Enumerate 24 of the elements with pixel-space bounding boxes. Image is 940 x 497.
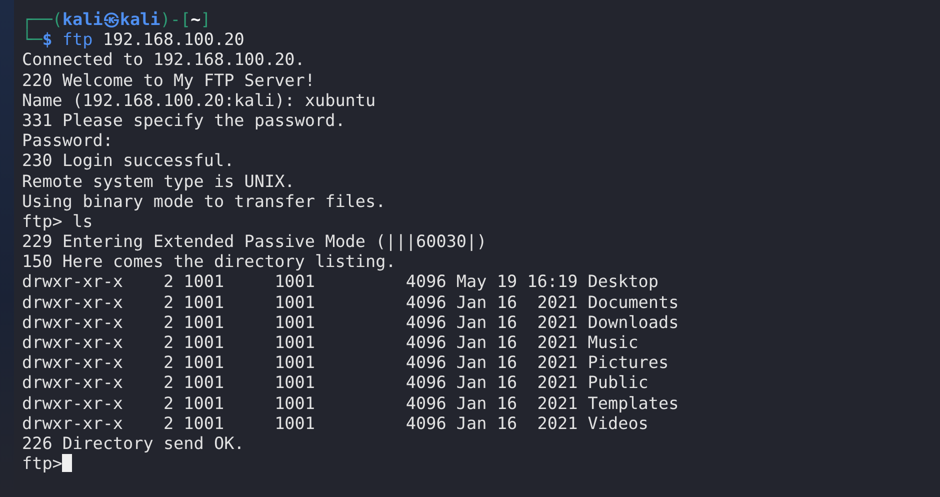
output-line: 150 Here comes the directory listing. xyxy=(22,251,396,272)
output-line: drwxr-xr-x 2 1001 1001 4096 Jan 16 2021 Downloads xyxy=(22,312,679,332)
output-line: 331 Please specify the password. xyxy=(22,110,346,130)
output-line: drwxr-xr-x 2 1001 1001 4096 Jan 16 2021 Public xyxy=(22,372,648,393)
text-cursor xyxy=(62,454,72,472)
prompt-line: ┌──(kali㉿kali)-[~] xyxy=(22,9,211,30)
output-line: Password: xyxy=(22,130,113,150)
output-line: 230 Login successful. xyxy=(22,150,234,170)
output-line: drwxr-xr-x 2 1001 1001 4096 Jan 16 2021 Templates xyxy=(22,392,679,413)
prompt-line: └─$ ftp 192.168.100.20 xyxy=(22,29,244,50)
output-line: 220 Welcome to My FTP Server! xyxy=(22,70,315,90)
output-line: Remote system type is UNIX. xyxy=(22,170,295,191)
output-line: 229 Entering Extended Passive Mode (|||60030|) xyxy=(22,231,487,252)
output-line: drwxr-xr-x 2 1001 1001 4096 Jan 16 2021 Music xyxy=(22,332,638,352)
output-line: drwxr-xr-x 2 1001 1001 4096 May 19 16:19 Desktop xyxy=(22,271,658,292)
input-prompt: ftp> xyxy=(22,453,62,474)
output-line: Name (192.168.100.20:kali): xubuntu xyxy=(22,90,376,110)
output-line: drwxr-xr-x 2 1001 1001 4096 Jan 16 2021 Documents xyxy=(22,292,679,312)
output-line: 226 Directory send OK. xyxy=(22,432,244,454)
output-line: Connected to 192.168.100.20. xyxy=(22,49,305,70)
output-line: drwxr-xr-x 2 1001 1001 4096 Jan 16 2021 Videos xyxy=(22,412,648,433)
output-line: drwxr-xr-x 2 1001 1001 4096 Jan 16 2021 Pictures xyxy=(22,352,669,372)
output-line: Using binary mode to transfer files. xyxy=(22,190,386,211)
output-line: ftp> ls xyxy=(22,210,93,232)
